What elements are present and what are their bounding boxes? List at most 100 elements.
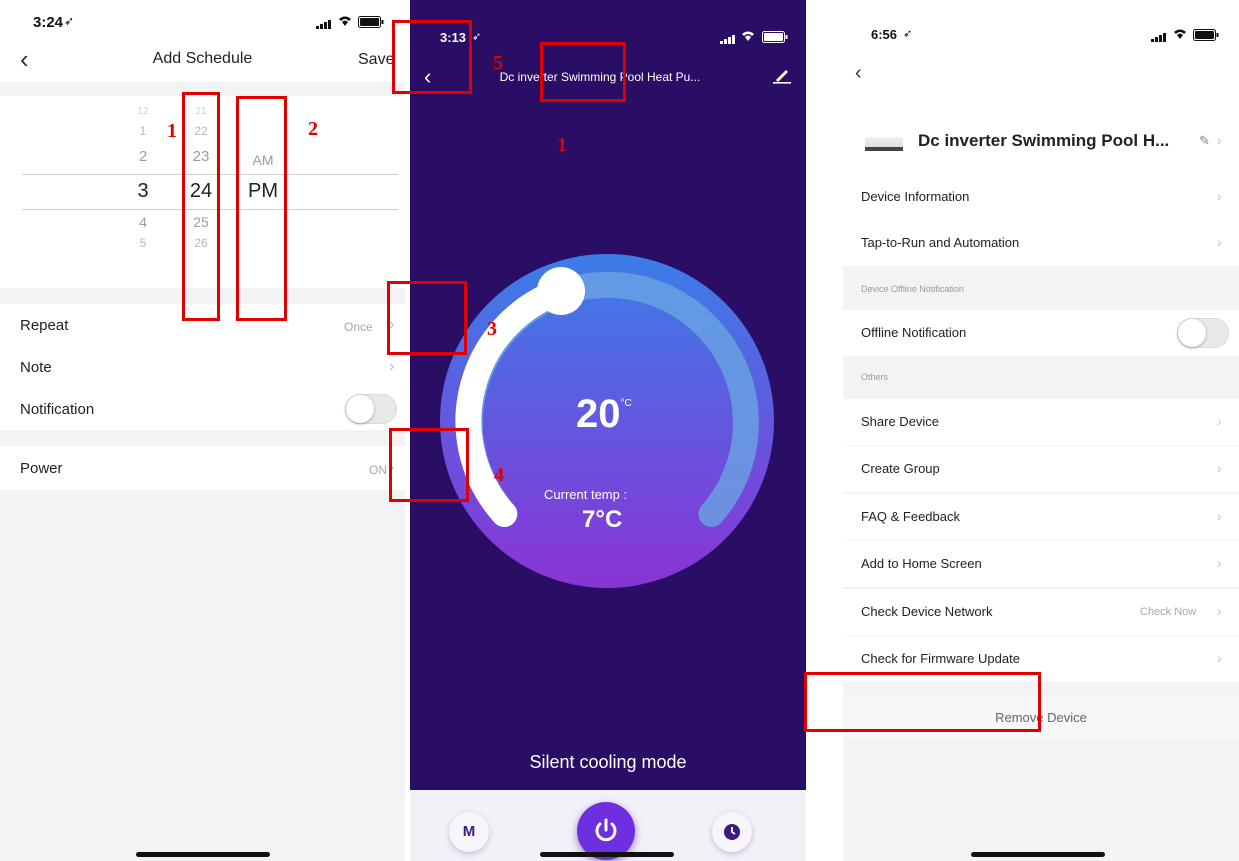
picker-fade-top: 12 [137, 106, 149, 117]
note-row[interactable]: Note › [0, 346, 405, 388]
status-bar: 6:56 ➶ ‹ [843, 0, 1239, 95]
location-icon: ➶ [64, 14, 75, 28]
device-header-row[interactable]: Dc inverter Swimming Pool H... ✎ › [843, 95, 1239, 183]
menu-label: Device Information [861, 189, 970, 204]
menu-label: Create Group [861, 461, 940, 476]
power-value: ON [369, 463, 387, 477]
device-control-screen: 3:13 ➶ ‹ Dc inverter Swimming Pool Heat … [410, 0, 806, 861]
notification-toggle[interactable] [345, 394, 397, 424]
dial-handle[interactable] [537, 267, 585, 315]
device-thumbnail-base [865, 147, 903, 151]
current-temp-label: Current temp : [544, 487, 628, 502]
menu-tap-to-run[interactable]: Tap-to-Run and Automation › [843, 220, 1239, 266]
power-label: Power [20, 460, 63, 477]
annotation-label: 3 [487, 318, 497, 340]
back-chevron-icon[interactable]: ‹ [855, 62, 862, 85]
temperature-dial[interactable] [410, 0, 806, 700]
menu-label: Share Device [861, 414, 940, 429]
section-label: Others [861, 372, 889, 382]
menu-label: Offline Notification [861, 325, 967, 340]
mode-text: Silent cooling mode [529, 752, 687, 772]
set-temperature-value: 20 [576, 392, 621, 436]
annotation-box-minute-wheel [182, 92, 220, 321]
signal-icon [316, 16, 332, 34]
clock-icon [724, 824, 740, 840]
section-header: Device Offline Notification [843, 276, 1239, 304]
menu-check-device-network[interactable]: Check Device Network Check Now › [843, 589, 1239, 635]
status-bar: 3:24 ➶ [0, 0, 405, 38]
page-title: Add Schedule [152, 50, 253, 67]
chevron-right-icon: › [1217, 603, 1222, 619]
chevron-right-icon: › [1217, 188, 1222, 204]
menu-offline-notification: Offline Notification [843, 310, 1239, 356]
annotation-box-back [392, 20, 472, 94]
battery-icon [1193, 28, 1219, 46]
repeat-label: Repeat [20, 317, 69, 334]
menu-share-device[interactable]: Share Device › [843, 399, 1239, 445]
chevron-right-icon: › [1217, 555, 1222, 571]
hour-option[interactable]: 5 [123, 236, 163, 250]
timer-button[interactable] [712, 812, 752, 852]
signal-icon [1151, 29, 1167, 47]
status-time: 6:56 [871, 27, 898, 42]
nav-bar: ‹ Add Schedule Save [0, 38, 405, 82]
annotation-box-ampm-wheel [236, 96, 287, 321]
check-now-value: Check Now [1140, 606, 1197, 618]
menu-label: Tap-to-Run and Automation [861, 235, 1020, 250]
wifi-icon [338, 14, 352, 32]
menu-label: Check for Firmware Update [861, 651, 1020, 666]
annotation-label: 4 [494, 464, 504, 486]
annotation-label: 5 [493, 52, 503, 74]
hour-option[interactable]: 1 [123, 124, 163, 138]
device-name: Dc inverter Swimming Pool H... [918, 131, 1170, 150]
annotation-label: 1 [557, 134, 567, 156]
chevron-right-icon: › [389, 358, 395, 375]
chevron-right-icon: › [1217, 132, 1222, 148]
chevron-right-icon: › [1217, 650, 1222, 666]
chevron-right-icon: › [1217, 508, 1222, 524]
home-indicator [971, 852, 1105, 857]
home-indicator [136, 852, 270, 857]
annotation-label: 2 [308, 118, 318, 140]
set-temperature-unit: °C [620, 398, 632, 409]
menu-device-information[interactable]: Device Information › [843, 174, 1239, 220]
menu-label: FAQ & Feedback [861, 509, 960, 524]
chevron-right-icon: › [1217, 413, 1222, 429]
menu-label: Check Device Network [861, 604, 993, 619]
hour-option[interactable]: 2 [123, 148, 163, 165]
control-bottom-bar: M [410, 790, 806, 861]
home-indicator [540, 852, 674, 857]
set-temperature: 20°C [576, 392, 632, 437]
annotation-box-dial-lower [389, 428, 469, 502]
annotation-box-title [540, 42, 626, 102]
menu-label: Add to Home Screen [861, 556, 982, 571]
offline-notification-toggle[interactable] [1177, 318, 1229, 348]
menu-create-group[interactable]: Create Group › [843, 446, 1239, 492]
section-label: Device Offline Notification [861, 284, 964, 294]
menu-faq-feedback[interactable]: FAQ & Feedback › [843, 494, 1239, 540]
toggle-knob [346, 395, 374, 423]
repeat-value: Once [344, 320, 373, 334]
note-label: Note [20, 359, 52, 376]
wifi-icon [1173, 27, 1187, 45]
device-thumbnail [865, 137, 903, 151]
annotation-box-remove [804, 672, 1041, 732]
mode-button[interactable]: M [449, 812, 489, 852]
battery-icon [358, 15, 384, 33]
power-row[interactable]: Power ON › [0, 446, 405, 490]
schedule-options: Repeat Once › Note › Notification [0, 304, 405, 430]
section-header: Others [843, 364, 1239, 392]
notification-label: Notification [20, 401, 95, 418]
power-icon [595, 818, 617, 842]
save-button[interactable]: Save [358, 51, 394, 69]
annotation-box-dial-upper [387, 281, 467, 355]
edit-pencil-icon[interactable]: ✎ [1199, 133, 1210, 149]
location-icon: ➶ [903, 28, 913, 40]
chevron-right-icon: › [1217, 460, 1222, 476]
hour-option[interactable]: 4 [123, 214, 163, 230]
current-temp-value: 7°C [582, 506, 623, 533]
hour-option-selected[interactable]: 3 [123, 180, 163, 203]
status-time: 3:24 [33, 14, 64, 31]
menu-add-to-home-screen[interactable]: Add to Home Screen › [843, 541, 1239, 587]
notification-row: Notification [0, 388, 405, 430]
